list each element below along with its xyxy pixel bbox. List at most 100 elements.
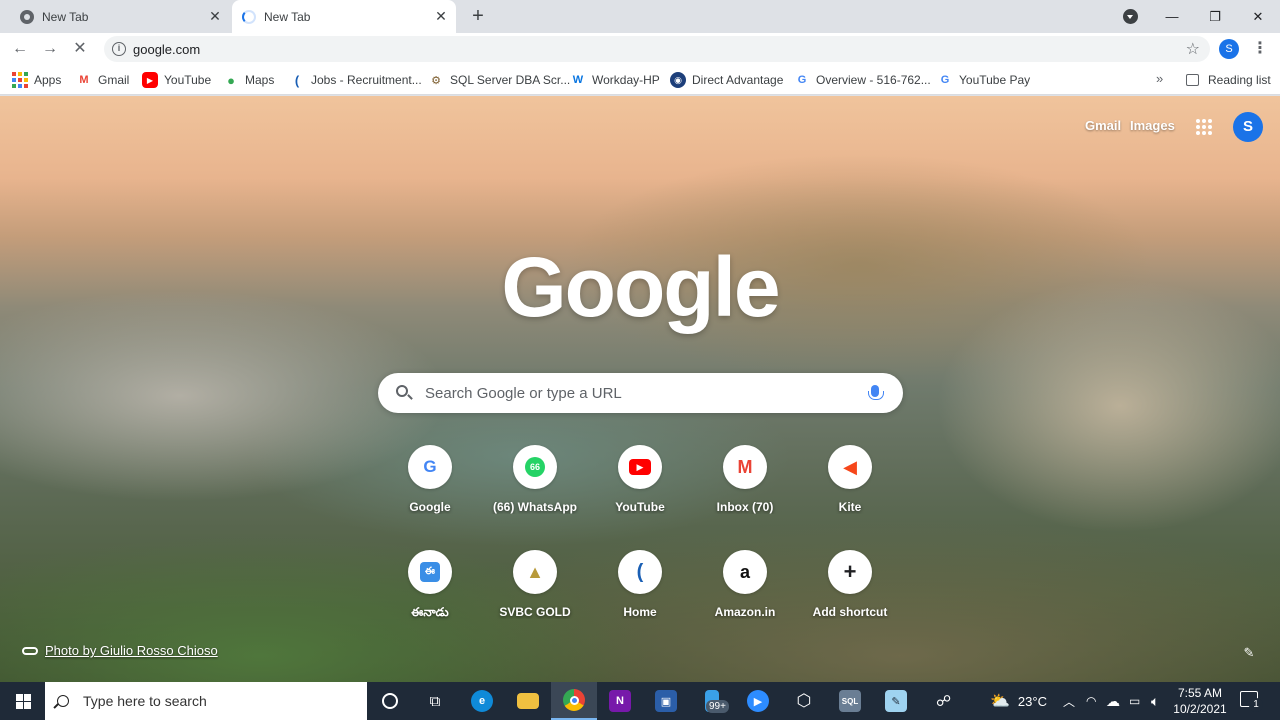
shortcut-home[interactable]: ( Home <box>588 550 692 648</box>
shortcut-youtube[interactable]: ▶ YouTube <box>588 445 692 543</box>
customize-pencil-icon[interactable]: ✎ <box>1238 642 1260 664</box>
shortcut-google[interactable]: G Google <box>378 445 482 543</box>
notification-count: 1 <box>1249 698 1263 712</box>
windows-logo-icon <box>15 693 31 709</box>
google-g-icon: G <box>797 74 807 86</box>
link-icon <box>22 646 38 655</box>
weather-widget[interactable]: ⛅ 23°C <box>990 682 1047 720</box>
back-icon[interactable]: ← <box>10 39 30 59</box>
notepad-icon[interactable]: ✎ <box>873 682 919 720</box>
youtube-icon: ▶ <box>629 459 651 475</box>
bookmark-youtube[interactable]: ▶ YouTube <box>142 71 211 89</box>
taskbar-search-input[interactable] <box>83 693 343 709</box>
bookmark-direct-advantage[interactable]: ◉ Direct Advantage <box>670 71 783 89</box>
address-bar[interactable]: i google.com ☆ <box>104 36 1210 62</box>
bookmark-youtube-pay[interactable]: G YouTube Pay <box>937 71 1030 89</box>
taskbar-search[interactable] <box>45 682 367 720</box>
bookmark-workday[interactable]: W Workday-HP <box>570 71 660 89</box>
microphone-icon[interactable] <box>868 385 884 400</box>
close-tab-icon[interactable]: ✕ <box>434 9 448 23</box>
cortana-icon[interactable] <box>367 682 413 720</box>
menu-kebab-icon[interactable]: ⋮ <box>1252 39 1268 59</box>
bookmark-label: Apps <box>34 73 62 87</box>
shortcut-inbox[interactable]: M Inbox (70) <box>693 445 797 543</box>
google-apps-icon[interactable] <box>1196 119 1212 135</box>
tab-1[interactable]: New Tab ✕ <box>8 0 230 33</box>
bookmark-gmail[interactable]: M Gmail <box>76 71 129 89</box>
task-view-icon[interactable]: ⧉ <box>412 682 458 720</box>
shortcut-amazon[interactable]: a Amazon.in <box>693 550 797 648</box>
virtualbox-icon[interactable]: ⬡ <box>781 682 827 720</box>
shortcut-kite[interactable]: ◀ Kite <box>798 445 902 543</box>
shortcut-add[interactable]: + Add shortcut <box>798 550 902 648</box>
shortcut-circle: ▲ <box>513 550 557 594</box>
shortcut-eenadu[interactable]: ఈ ఈనాడు <box>378 550 482 648</box>
zoom-icon[interactable]: ▶ <box>735 682 781 720</box>
shortcut-label: Kite <box>838 500 862 514</box>
images-link[interactable]: Images <box>1130 118 1175 133</box>
people-icon[interactable]: ☍ <box>936 682 951 720</box>
shortcut-label: Amazon.in <box>714 605 776 619</box>
google-logo: Google <box>501 240 780 334</box>
edge-icon[interactable]: e <box>459 682 505 720</box>
amazon-icon: a <box>739 561 750 582</box>
chrome-taskbar-icon[interactable] <box>551 682 597 720</box>
new-tab-button[interactable]: + <box>468 6 488 26</box>
google-g-icon: G <box>423 457 437 476</box>
file-explorer-icon[interactable] <box>505 682 551 720</box>
bookmarks-bar: Apps M Gmail ▶ YouTube ● Maps ( Jobs - R… <box>0 65 1280 95</box>
bookmark-overview[interactable]: G Overview - 516-762... <box>794 71 931 89</box>
close-tab-icon[interactable]: ✕ <box>208 9 222 23</box>
photo-credit-text: Photo by Giulio Rosso Chioso <box>45 643 218 658</box>
gmail-icon: M <box>79 74 89 86</box>
bookmark-sql[interactable]: ⚙ SQL Server DBA Scr... <box>428 71 570 89</box>
profile-avatar[interactable]: S <box>1219 39 1239 59</box>
remote-desktop-icon[interactable]: ▣ <box>643 682 689 720</box>
youtube-icon: ▶ <box>142 72 158 88</box>
profile-avatar-large[interactable]: S <box>1233 112 1263 142</box>
new-tab-page: Gmail Images S Google G Google 66 (66) W… <box>0 96 1280 682</box>
tab-title: New Tab <box>42 9 89 24</box>
shortcut-svbc-gold[interactable]: ▲ SVBC GOLD <box>483 550 587 648</box>
show-hidden-icons-chevron-icon[interactable]: ︿ <box>1063 682 1075 720</box>
shortcut-label: Add shortcut <box>812 605 888 619</box>
url-text[interactable]: google.com <box>133 42 200 57</box>
bookmark-maps[interactable]: ● Maps <box>223 71 274 89</box>
loading-spinner-icon <box>242 9 256 24</box>
taskbar: ⧉ e N ▣ 99+ ▶ ⬡ SQL ✎ ☍ ⛅ 23°C ︿ ◠ ☁ ▭ 🔈… <box>0 682 1280 720</box>
shortcut-circle: G <box>408 445 452 489</box>
forward-icon[interactable]: → <box>40 39 60 59</box>
tab-search-icon[interactable] <box>1123 9 1138 24</box>
search-box[interactable] <box>378 373 903 413</box>
site-info-icon[interactable]: i <box>112 42 126 56</box>
sql-server-icon[interactable]: SQL <box>827 682 873 720</box>
minimize-button[interactable]: — <box>1151 0 1193 33</box>
search-input[interactable] <box>425 383 855 403</box>
bookmark-apps[interactable]: Apps <box>12 71 61 89</box>
shortcut-whatsapp[interactable]: 66 (66) WhatsApp <box>483 445 587 543</box>
gmail-link[interactable]: Gmail <box>1085 118 1121 133</box>
bookmark-jobs[interactable]: ( Jobs - Recruitment... <box>289 71 422 89</box>
reading-list-button[interactable]: Reading list <box>1186 71 1271 89</box>
volume-icon[interactable]: 🔈︎ <box>1151 682 1159 720</box>
photo-credit-link[interactable]: Photo by Giulio Rosso Chioso <box>22 643 218 658</box>
bookmark-label: Jobs - Recruitment... <box>311 73 422 87</box>
close-window-button[interactable]: ✕ <box>1237 0 1279 33</box>
tab-2-active[interactable]: New Tab ✕ <box>232 0 456 33</box>
bookmark-label: Gmail <box>98 73 130 87</box>
more-bookmarks-chevron-icon[interactable]: » <box>1156 71 1163 86</box>
network-icon[interactable]: ▭ <box>1129 682 1140 720</box>
reading-list-label: Reading list <box>1208 73 1271 87</box>
onedrive-cloud-icon[interactable]: ☁ <box>1106 682 1120 720</box>
system-clock[interactable]: 7:55 AM 10/2/2021 <box>1172 685 1228 717</box>
shortcut-label: Google <box>409 500 451 514</box>
start-button[interactable] <box>0 682 46 720</box>
bookmark-label: YouTube <box>164 73 212 87</box>
wifi-icon[interactable]: ◠ <box>1086 682 1096 720</box>
shortcut-label: YouTube <box>615 500 665 514</box>
bookmark-label: Overview - 516-762... <box>816 73 931 87</box>
bookmark-star-icon[interactable]: ☆ <box>1186 39 1200 59</box>
maximize-button[interactable]: ❐ <box>1194 0 1236 33</box>
stop-loading-icon[interactable]: ✕ <box>70 39 90 59</box>
onenote-icon[interactable]: N <box>597 682 643 720</box>
